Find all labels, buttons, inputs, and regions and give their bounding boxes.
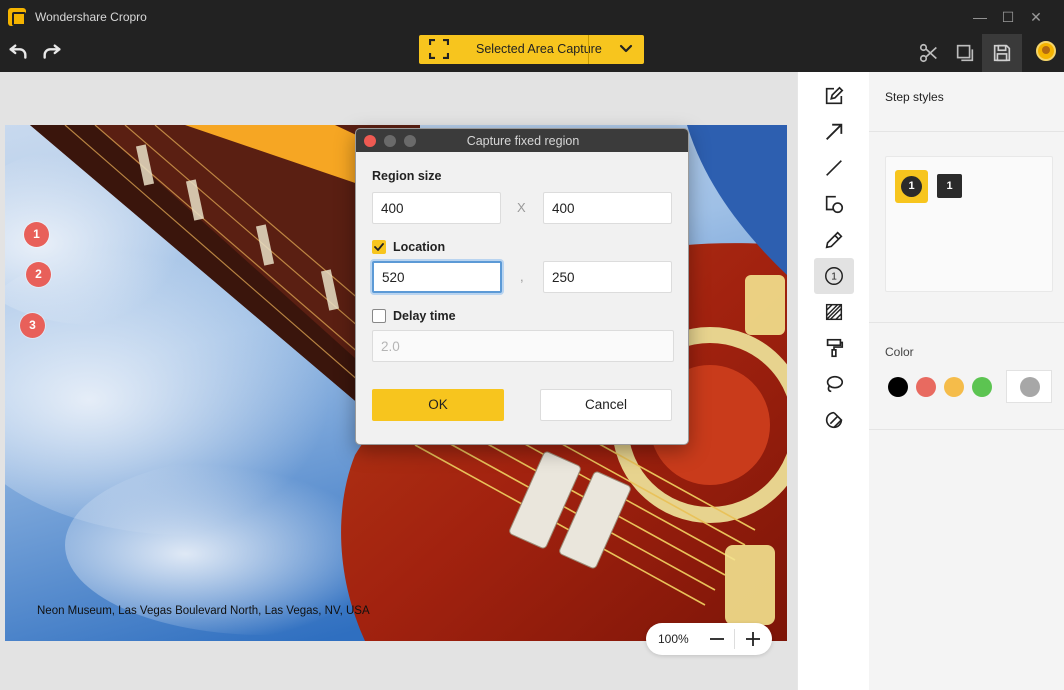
scissors-icon[interactable]: [914, 38, 944, 68]
color-swatch-yellow[interactable]: [944, 377, 964, 397]
arrow-icon: [826, 123, 843, 140]
copy-icon[interactable]: [950, 38, 980, 68]
tool-lasso[interactable]: [814, 366, 854, 402]
zoom-control: 100%: [646, 623, 772, 655]
chevron-down-icon[interactable]: [618, 41, 634, 57]
capture-mode-label: Selected Area Capture: [476, 42, 602, 56]
delay-time-checkbox[interactable]: [372, 309, 386, 323]
mosaic-icon: [825, 303, 843, 321]
divider: [869, 131, 1064, 132]
app-logo-icon: [8, 8, 26, 26]
avatar[interactable]: [1036, 41, 1056, 61]
check-icon: [374, 243, 384, 251]
step-style-square[interactable]: 1: [937, 174, 962, 198]
properties-panel: Step styles 1 1 Color: [869, 72, 1064, 690]
tool-mosaic[interactable]: [814, 294, 854, 330]
cancel-button[interactable]: Cancel: [540, 389, 672, 421]
step-style-circle[interactable]: 1: [895, 170, 928, 203]
tool-arrow[interactable]: [814, 114, 854, 150]
step-marker[interactable]: 1: [24, 222, 49, 247]
zoom-in-icon[interactable]: [741, 627, 765, 651]
step-marker[interactable]: 3: [20, 313, 45, 338]
size-separator: X: [517, 200, 526, 215]
step-icon: 1: [825, 267, 843, 285]
dialog-title: Capture fixed region: [466, 134, 580, 148]
minimize-button[interactable]: —: [969, 6, 991, 28]
tool-line[interactable]: [814, 150, 854, 186]
color-swatch-green[interactable]: [972, 377, 992, 397]
height-input[interactable]: [543, 192, 672, 224]
divider: [734, 629, 735, 649]
image-caption: Neon Museum, Las Vegas Boulevard North, …: [37, 605, 370, 617]
tool-eraser[interactable]: [814, 402, 854, 438]
location-separator: ,: [520, 269, 524, 284]
tool-step[interactable]: 1: [814, 258, 854, 294]
width-input[interactable]: [372, 192, 501, 224]
color-swatch-gray: [1020, 377, 1040, 397]
tool-shape[interactable]: [814, 186, 854, 222]
divider: [869, 429, 1064, 430]
ok-button[interactable]: OK: [372, 389, 504, 421]
tool-edit[interactable]: [814, 78, 854, 114]
zoom-out-icon[interactable]: [705, 627, 729, 651]
toolbar: Selected Area Capture: [0, 34, 1064, 72]
app-title: Wondershare Cropro: [35, 10, 147, 24]
maximize-button[interactable]: ☐: [997, 6, 1019, 28]
color-swatch-black[interactable]: [888, 377, 908, 397]
region-size-label: Region size: [372, 169, 442, 183]
step-style-circle-label: 1: [901, 176, 922, 197]
capture-fixed-region-dialog: Capture fixed region Region size X Locat…: [355, 128, 689, 445]
line-icon: [826, 160, 842, 176]
color-picker-button[interactable]: [1006, 370, 1052, 403]
undo-icon[interactable]: [3, 38, 33, 68]
delay-time-label: Delay time: [393, 309, 456, 323]
selection-frame-icon: [429, 39, 449, 59]
capture-mode-dropdown[interactable]: Selected Area Capture: [419, 35, 644, 64]
delay-time-input[interactable]: [372, 330, 674, 362]
close-button[interactable]: ✕: [1025, 6, 1047, 28]
location-label: Location: [393, 240, 446, 254]
step-marker[interactable]: 2: [26, 262, 51, 287]
highlighter-icon: [826, 338, 844, 358]
eraser-icon: [825, 411, 843, 429]
tool-pencil[interactable]: [814, 222, 854, 258]
divider: [869, 322, 1064, 323]
shape-icon: [825, 195, 844, 214]
step-styles-list: 1 1: [885, 156, 1053, 292]
color-swatch-red[interactable]: [916, 377, 936, 397]
location-checkbox[interactable]: [372, 240, 386, 254]
location-x-input[interactable]: [372, 261, 502, 293]
color-title: Color: [885, 345, 914, 359]
pencil-icon: [825, 231, 843, 249]
lasso-icon: [826, 375, 844, 393]
zoom-level: 100%: [658, 632, 689, 646]
step-styles-title: Step styles: [885, 90, 944, 104]
location-y-input[interactable]: [543, 261, 672, 293]
divider: [588, 35, 589, 64]
edit-icon: [825, 86, 844, 105]
svg-text:1: 1: [831, 272, 837, 283]
save-icon[interactable]: [982, 34, 1022, 72]
dialog-title-bar: Capture fixed region: [356, 129, 688, 152]
tool-highlighter[interactable]: [814, 330, 854, 366]
title-bar: Wondershare Cropro — ☐ ✕: [0, 0, 1064, 34]
annotation-toolbar: 1: [797, 72, 869, 690]
redo-icon[interactable]: [37, 38, 67, 68]
